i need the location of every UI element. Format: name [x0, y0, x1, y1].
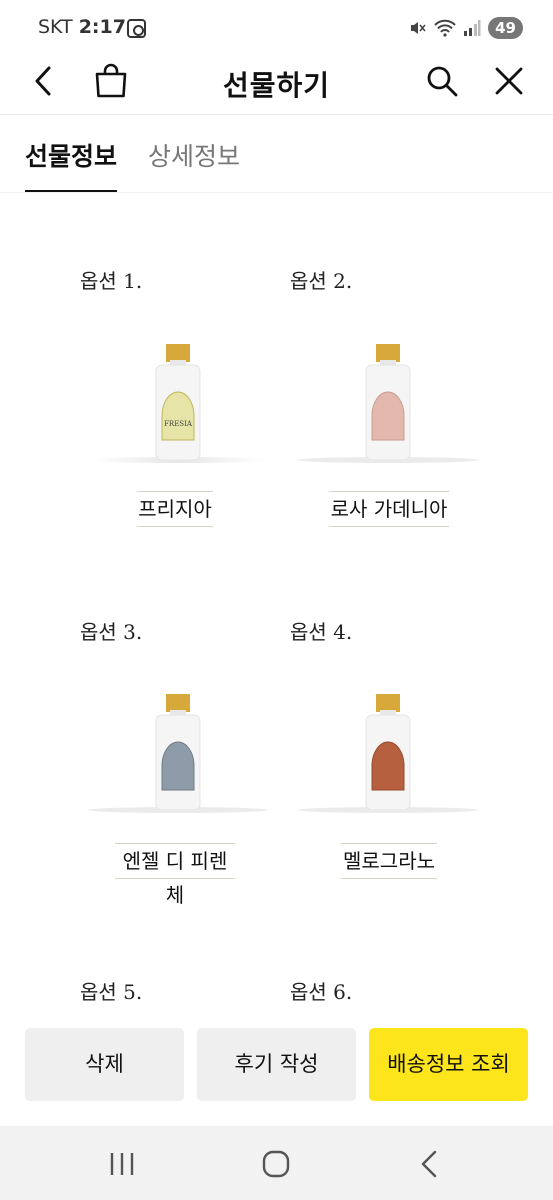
status-carrier-time: SKT 2:17	[38, 16, 126, 38]
tab-divider	[0, 192, 553, 193]
recent-apps-icon[interactable]	[106, 1148, 138, 1180]
option-label: 옵션 4.	[290, 620, 353, 644]
status-bar: SKT 2:17 49	[0, 0, 553, 56]
write-review-button[interactable]: 후기 작성	[197, 1028, 356, 1101]
clock: 2:17	[78, 16, 126, 38]
delivery-info-button[interactable]: 배송정보 조회	[369, 1028, 528, 1101]
product-name-tag[interactable]: 로사 가데니아	[329, 491, 449, 527]
system-nav-bar	[0, 1126, 553, 1200]
tab-bar: 선물정보 상세정보	[0, 115, 553, 193]
action-bar: 삭제 후기 작성 배송정보 조회	[0, 1020, 553, 1126]
product-image-fresia[interactable]: FRESIA	[78, 320, 278, 470]
close-icon[interactable]	[492, 64, 526, 98]
mute-icon	[411, 22, 426, 34]
screen-capture-icon	[127, 19, 146, 38]
app-header: 선물하기	[0, 50, 553, 112]
bottle-label-text: FRESIA	[164, 420, 193, 428]
option-label: 옵션 2.	[290, 269, 353, 293]
wifi-icon	[434, 19, 456, 37]
product-image-angeli-di-firenze[interactable]	[78, 670, 278, 820]
battery-indicator: 49	[488, 17, 523, 39]
option-label: 옵션 6.	[290, 980, 353, 1004]
product-image-melograno[interactable]	[288, 670, 488, 820]
delete-button[interactable]: 삭제	[25, 1028, 184, 1101]
tab-detail-info[interactable]: 상세정보	[148, 137, 240, 193]
product-name-tag[interactable]: 엔젤 디 피렌체	[115, 843, 235, 907]
home-icon[interactable]	[260, 1148, 292, 1180]
option-label: 옵션 3.	[80, 620, 143, 644]
page-title: 선물하기	[222, 69, 331, 102]
back-icon[interactable]	[414, 1148, 446, 1180]
product-name-tag[interactable]: 멜로그라노	[341, 843, 437, 879]
search-icon[interactable]	[424, 63, 460, 99]
option-label: 옵션 1.	[80, 269, 143, 293]
signal-icon	[464, 20, 481, 36]
product-name-tag[interactable]: 프리지아	[137, 491, 213, 527]
carrier-label: SKT	[38, 16, 73, 38]
options-grid: 옵션 1. 옵션 2. FRESIA 프리지아 로사 가데니아 옵션 3. 옵션…	[0, 195, 553, 1020]
tab-gift-info[interactable]: 선물정보	[25, 137, 118, 193]
product-image-rosa-gardenia[interactable]	[288, 320, 488, 470]
option-label: 옵션 5.	[80, 980, 143, 1004]
system-icons: 49	[409, 17, 523, 39]
